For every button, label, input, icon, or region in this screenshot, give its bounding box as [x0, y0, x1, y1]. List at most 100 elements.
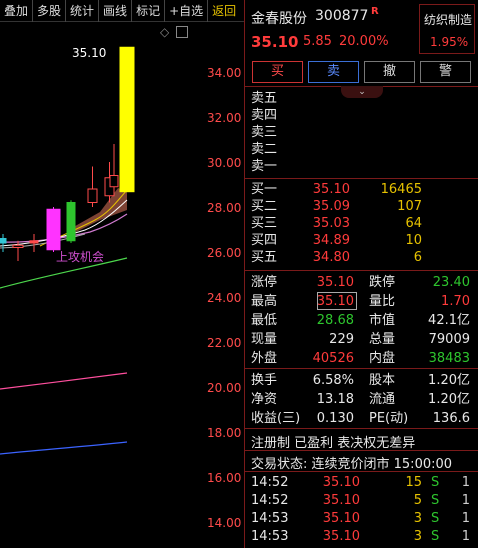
tick-time: 14:53 [251, 529, 289, 544]
data-row: 14:53 35.10 3 S 1 [245, 528, 478, 545]
last-price: 35.10 [251, 33, 299, 51]
candle-body[interactable] [0, 238, 7, 244]
buy-level-label: 买三 [251, 216, 278, 231]
tick-count: 1 [461, 475, 470, 490]
stat-value: 1.20亿 [428, 373, 470, 388]
candle-body[interactable] [12, 244, 24, 248]
quote-panel: 金春股份 300877 R 纺织制造 1.95% 35.10 5.85 20.0… [245, 0, 478, 548]
data-row: 买四 34.89 10 [245, 232, 478, 249]
stat-label: 流通 [369, 392, 396, 407]
y-tick-label: 28.00 [207, 201, 241, 215]
stat-label: 股本 [369, 373, 396, 388]
stat-label: 收益(三) [251, 411, 301, 426]
tick-count: 1 [461, 493, 470, 508]
price-change-pct: 20.00% [339, 34, 389, 49]
stat-label: 内盘 [369, 351, 396, 366]
separator [245, 450, 478, 451]
add-watchlist-button[interactable]: +自选 [165, 0, 209, 22]
buy-level-price: 35.09 [312, 199, 350, 214]
stat-label: 量比 [369, 294, 396, 309]
separator [245, 471, 478, 472]
candle-body[interactable] [29, 240, 39, 244]
stat-value: 42.1亿 [428, 313, 470, 328]
ma-line-120 [0, 441, 128, 455]
alert-button[interactable]: 警 [420, 61, 471, 83]
stock-code: 300877 [315, 8, 369, 24]
separator [245, 428, 478, 429]
collapse-diamond-icon[interactable]: ◇ [160, 25, 169, 39]
candle-body[interactable] [119, 46, 135, 193]
stat-value: 1.20亿 [428, 392, 470, 407]
kline-chart[interactable]: 34.00 32.00 30.00 28.00 26.00 24.00 22.00 20.00… [0, 22, 244, 548]
stock-name: 金春股份 [251, 11, 307, 27]
multi-stock-button[interactable]: 多股 [33, 0, 67, 22]
statistics-button[interactable]: 统计 [66, 0, 100, 22]
stat-label: 换手 [251, 373, 278, 388]
stat-label: 涨停 [251, 275, 278, 290]
data-row: 买五 34.80 6 [245, 249, 478, 266]
data-row: 14:52 35.10 5 S 1 [245, 492, 478, 509]
candle-body[interactable] [46, 208, 61, 251]
back-button[interactable]: 返回 [208, 0, 240, 22]
data-row: 换手 6.58% 股本 1.20亿 [245, 372, 478, 389]
buy-level-label: 买五 [251, 250, 278, 265]
y-tick-label: 32.00 [207, 111, 241, 125]
sell-button[interactable]: 卖 [308, 61, 359, 83]
trade-status: 交易状态: 连续竞价闭市 15:00:00 [251, 457, 453, 472]
data-row: 卖四 [245, 107, 478, 124]
buy-button[interactable]: 买 [252, 61, 303, 83]
sector-box[interactable]: 纺织制造 1.95% [419, 4, 475, 54]
mark-button[interactable]: 标记 [132, 0, 166, 22]
stat-label: 外盘 [251, 351, 278, 366]
y-tick-label: 20.00 [207, 381, 241, 395]
buy-level-label: 买四 [251, 233, 278, 248]
buy-level-price: 34.80 [312, 250, 350, 265]
data-row: 涨停 35.10 跌停 23.40 [245, 274, 478, 291]
buy-level-volume: 10 [405, 233, 422, 248]
signal-annotation: 上攻机会 [56, 250, 105, 264]
stat-value: 1.70 [441, 294, 470, 309]
sell-level-label: 卖三 [251, 125, 278, 140]
candle-body[interactable] [87, 188, 98, 203]
buy-level-volume: 16465 [380, 182, 422, 197]
buy-level-price: 35.10 [312, 182, 350, 197]
data-row: 卖一 [245, 158, 478, 175]
sell-level-label: 卖一 [251, 159, 278, 174]
y-tick-label: 14.00 [207, 516, 241, 530]
tick-price: 35.10 [322, 475, 360, 490]
tick-price: 35.10 [322, 529, 360, 544]
buy-level-label: 买一 [251, 182, 278, 197]
stat-value: 28.68 [316, 313, 354, 328]
tick-count: 1 [461, 529, 470, 544]
tick-side: S [431, 529, 440, 544]
stat-value: 13.18 [316, 392, 354, 407]
data-row: 卖二 [245, 141, 478, 158]
stat-value: 23.40 [432, 275, 470, 290]
data-row: 买二 35.09 107 [245, 198, 478, 215]
stat-label: 最高 [251, 294, 278, 309]
sell-level-label: 卖二 [251, 142, 278, 157]
tick-time: 14:52 [251, 493, 289, 508]
tick-side: S [431, 511, 440, 526]
overlay-button[interactable]: 叠加 [0, 0, 34, 22]
listing-notice: 注册制 已盈利 表决权无差异 [251, 436, 416, 451]
separator [245, 178, 478, 179]
candle-body[interactable] [109, 175, 119, 188]
tick-side: S [431, 475, 440, 490]
buy-level-volume: 64 [405, 216, 422, 231]
draw-line-button[interactable]: 画线 [99, 0, 133, 22]
data-row: 最低 28.68 市值 42.1亿 [245, 312, 478, 329]
tick-time: 14:53 [251, 511, 289, 526]
stat-label: 跌停 [369, 275, 396, 290]
y-tick-label: 34.00 [207, 66, 241, 80]
stat-value: 40526 [312, 351, 354, 366]
stat-value: 0.130 [316, 411, 354, 426]
stat-label: 总量 [369, 332, 396, 347]
separator [245, 270, 478, 271]
cancel-order-button[interactable]: 撤 [364, 61, 415, 83]
panel-toggle-icon[interactable] [176, 26, 188, 38]
candle-body[interactable] [66, 202, 76, 242]
ma-line-short [0, 213, 128, 243]
stat-label: PE(动) [369, 411, 409, 426]
high-value-highlight [317, 292, 357, 310]
